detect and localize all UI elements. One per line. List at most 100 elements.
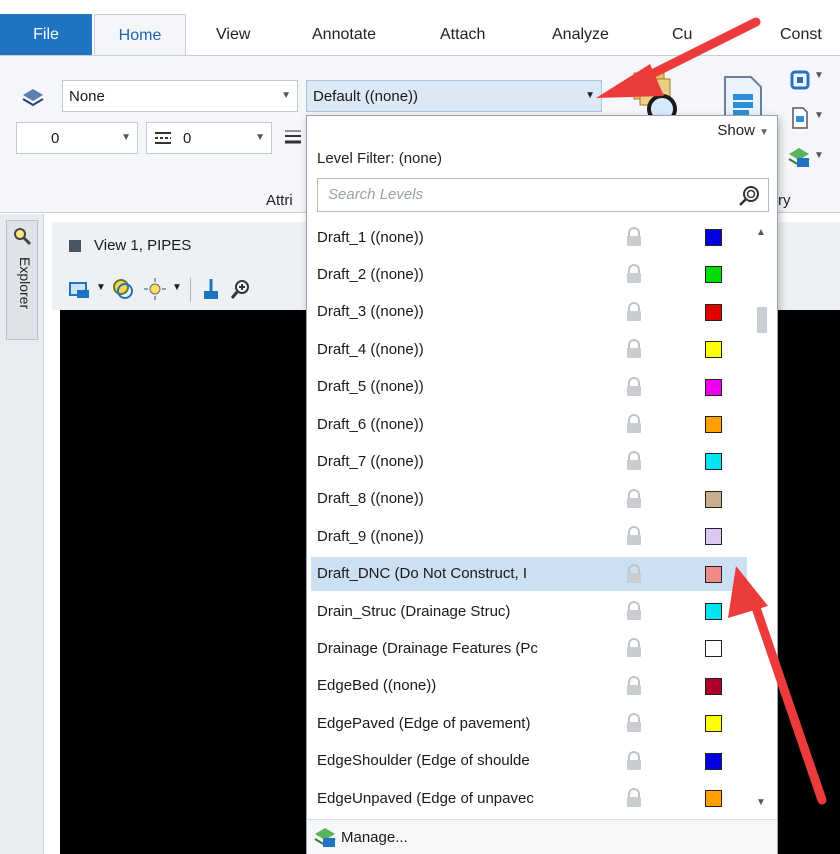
level-row[interactable]: Draft_1 ((none)) bbox=[311, 220, 747, 254]
lock-icon[interactable] bbox=[625, 750, 643, 771]
level-row[interactable]: EdgePaved (Edge of pavement) bbox=[311, 706, 747, 740]
level-color-swatch[interactable] bbox=[705, 715, 722, 733]
explorer-label: Explorer bbox=[17, 257, 33, 310]
attributes-group-label: Attri bbox=[266, 192, 293, 209]
level-color-swatch[interactable] bbox=[705, 490, 722, 508]
scroll-up-icon[interactable]: ▲ bbox=[756, 227, 766, 238]
show-menu[interactable]: Show ▼ bbox=[717, 122, 769, 139]
level-name: Draft_4 ((none)) bbox=[317, 340, 424, 358]
layers-icon[interactable] bbox=[786, 144, 812, 170]
level-filter-label: Level Filter: (none) bbox=[317, 150, 443, 167]
clear-view-icon[interactable] bbox=[198, 276, 224, 302]
lock-icon[interactable] bbox=[625, 339, 643, 359]
lock-icon[interactable] bbox=[625, 788, 643, 808]
level-color-swatch[interactable] bbox=[705, 266, 722, 284]
level-color-swatch[interactable] bbox=[705, 677, 722, 695]
level-name: EdgePaved (Edge of pavement) bbox=[317, 714, 531, 732]
explorer-tab[interactable]: Explorer bbox=[6, 220, 38, 340]
level-row[interactable]: Draft_6 ((none)) bbox=[311, 407, 747, 441]
zoom-in-icon[interactable] bbox=[228, 276, 254, 302]
level-row[interactable]: Draft_3 ((none)) bbox=[311, 295, 747, 329]
chevron-down-icon[interactable]: ▼ bbox=[814, 70, 824, 81]
level-color-swatch[interactable] bbox=[705, 303, 722, 321]
chevron-down-icon: ▼ bbox=[255, 132, 265, 143]
level-color-swatch[interactable] bbox=[705, 752, 722, 770]
level-row[interactable]: EdgeBed ((none)) bbox=[311, 669, 747, 703]
level-color-swatch[interactable] bbox=[705, 528, 722, 546]
level-color-swatch[interactable] bbox=[705, 416, 722, 433]
tab-curves[interactable]: Cu bbox=[672, 14, 692, 56]
level-name: Draft_8 ((none)) bbox=[317, 490, 424, 508]
level-row[interactable]: Draft_7 ((none)) bbox=[311, 444, 747, 478]
level-name: EdgeUnpaved (Edge of unpavec bbox=[317, 789, 534, 807]
line-style-icon bbox=[152, 127, 174, 149]
level-row[interactable]: EdgeShoulder (Edge of shoulde bbox=[311, 744, 747, 778]
lock-icon[interactable] bbox=[625, 638, 643, 658]
level-row[interactable]: Drain_Struc (Drainage Struc) bbox=[311, 594, 747, 628]
level-row[interactable]: Draft_DNC (Do Not Construct, I bbox=[311, 556, 747, 591]
line-weight-icon[interactable] bbox=[282, 126, 304, 148]
weight-combo[interactable]: 0 ▼ bbox=[16, 122, 138, 154]
level-row[interactable]: Draft_2 ((none)) bbox=[311, 257, 747, 291]
lock-icon[interactable] bbox=[625, 601, 643, 621]
level-row[interactable]: EdgeUnpaved (Edge of unpavec bbox=[311, 781, 747, 815]
display-style-icon[interactable] bbox=[110, 276, 136, 302]
toolbar-divider bbox=[190, 278, 191, 302]
lighting-icon[interactable] bbox=[142, 276, 168, 302]
scroll-down-icon[interactable]: ▼ bbox=[756, 797, 766, 808]
lock-icon[interactable] bbox=[625, 414, 643, 434]
level-color-swatch[interactable] bbox=[705, 603, 722, 620]
level-color-swatch[interactable] bbox=[705, 378, 722, 396]
box-icon[interactable] bbox=[788, 68, 812, 92]
tab-construct[interactable]: Const bbox=[780, 14, 822, 56]
level-color-swatch[interactable] bbox=[705, 229, 722, 246]
level-color-swatch[interactable] bbox=[705, 453, 722, 471]
level-display-icon[interactable] bbox=[20, 84, 46, 110]
lock-icon[interactable] bbox=[625, 563, 643, 584]
tab-home[interactable]: Home bbox=[94, 14, 186, 56]
level-name: Draft_1 ((none)) bbox=[317, 228, 424, 246]
chevron-down-icon[interactable]: ▼ bbox=[814, 110, 824, 121]
tab-file[interactable]: File bbox=[0, 14, 92, 56]
level-display-combo[interactable]: None ▼ bbox=[62, 80, 298, 112]
chevron-down-icon[interactable]: ▼ bbox=[96, 282, 106, 293]
chevron-down-icon[interactable]: ▼ bbox=[814, 150, 824, 161]
tab-view[interactable]: View bbox=[216, 14, 250, 56]
tab-annotate[interactable]: Annotate bbox=[312, 14, 376, 56]
explorer-panel: Explorer bbox=[0, 214, 44, 854]
active-level-combo[interactable]: Default ((none)) ▼ bbox=[306, 80, 602, 112]
level-name: Draft_6 ((none)) bbox=[317, 415, 424, 433]
chevron-down-icon: ▼ bbox=[281, 90, 291, 101]
level-color-swatch[interactable] bbox=[705, 790, 722, 807]
lock-icon[interactable] bbox=[625, 713, 643, 733]
level-list-scrollbar[interactable]: ▲ ▼ bbox=[750, 219, 774, 819]
lock-icon[interactable] bbox=[625, 451, 643, 471]
scroll-thumb[interactable] bbox=[757, 307, 767, 333]
lock-icon[interactable] bbox=[625, 526, 643, 546]
level-name: EdgeShoulder (Edge of shoulde bbox=[317, 752, 530, 770]
tab-attach[interactable]: Attach bbox=[440, 14, 485, 56]
chevron-down-icon[interactable]: ▼ bbox=[172, 282, 182, 293]
lock-icon[interactable] bbox=[625, 488, 643, 509]
level-row[interactable]: Draft_4 ((none)) bbox=[311, 332, 747, 366]
search-icon[interactable] bbox=[736, 183, 762, 209]
style-value: 0 bbox=[183, 129, 192, 147]
lock-icon[interactable] bbox=[625, 376, 643, 397]
level-display-value: None bbox=[69, 87, 105, 105]
level-row[interactable]: Draft_9 ((none)) bbox=[311, 519, 747, 553]
level-color-swatch[interactable] bbox=[705, 341, 722, 359]
lock-icon[interactable] bbox=[625, 264, 643, 284]
view-attributes-icon[interactable] bbox=[66, 276, 92, 302]
tab-analyze[interactable]: Analyze bbox=[552, 14, 609, 56]
lock-icon[interactable] bbox=[625, 301, 643, 322]
level-row[interactable]: Draft_8 ((none)) bbox=[311, 482, 747, 516]
lock-icon[interactable] bbox=[625, 227, 643, 247]
level-color-swatch[interactable] bbox=[705, 565, 722, 583]
level-color-swatch[interactable] bbox=[705, 640, 722, 658]
level-row[interactable]: Drainage (Drainage Features (Pc bbox=[311, 631, 747, 665]
page-icon[interactable] bbox=[788, 106, 812, 130]
lock-icon[interactable] bbox=[625, 675, 643, 696]
search-levels-input[interactable]: Search Levels bbox=[317, 178, 769, 212]
manage-levels-button[interactable]: Manage... bbox=[307, 819, 777, 854]
level-row[interactable]: Draft_5 ((none)) bbox=[311, 370, 747, 404]
